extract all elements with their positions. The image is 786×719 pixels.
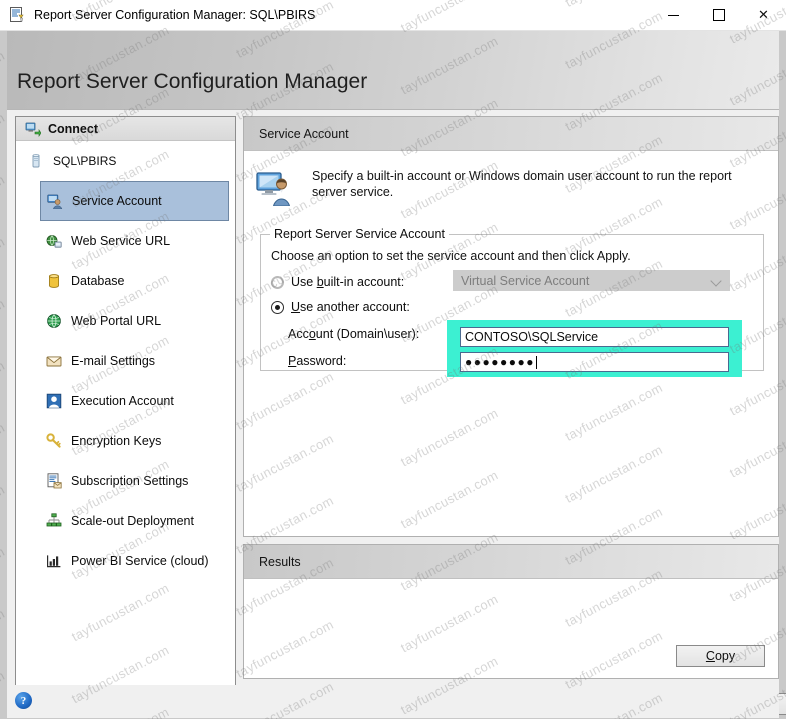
use-another-account-label: Use another account: <box>291 300 410 314</box>
account-input[interactable]: CONTOSO\SQLService <box>460 327 729 347</box>
page-title: Report Server Configuration Manager <box>17 70 368 93</box>
sidebar-server-label: SQL\PBIRS <box>53 154 117 168</box>
panel-intro-text: Specify a built-in account or Windows do… <box>312 169 732 199</box>
sidebar-connect-bar[interactable]: Connect <box>16 117 235 141</box>
maximize-icon <box>712 9 725 21</box>
report-server-icon <box>8 6 26 24</box>
use-builtin-account-label: Use built-in account: <box>291 275 405 289</box>
chevron-down-icon <box>710 275 722 287</box>
status-strip: ? <box>7 685 779 718</box>
sidebar-item-list: Service Account Web Service URL Database… <box>16 181 235 581</box>
use-another-account-radio[interactable] <box>271 300 284 314</box>
sidebar-item-label: Power BI Service (cloud) <box>71 554 209 568</box>
sidebar-item-label: Subscription Settings <box>71 474 189 488</box>
window-title: Report Server Configuration Manager: SQL… <box>34 8 316 22</box>
panel-intro: Specify a built-in account or Windows do… <box>244 151 778 207</box>
sidebar-item-subscription-settings[interactable]: Subscription Settings <box>40 461 229 501</box>
report-server-configuration-manager-window: Report Server Configuration Manager: SQL… <box>0 0 786 719</box>
service-account-panel-header: Service Account <box>244 117 778 151</box>
use-builtin-account-radio[interactable] <box>271 275 284 289</box>
sidebar-item-label: Execution Account <box>71 394 174 408</box>
power-bi-icon <box>46 553 62 569</box>
credentials-highlight-box: CONTOSO\SQLService ●●●●●●●● <box>447 320 742 377</box>
text-caret <box>535 355 537 369</box>
sidebar-item-label: Web Service URL <box>71 234 171 248</box>
copy-button[interactable]: Copy <box>676 645 765 667</box>
subscription-icon <box>46 473 62 489</box>
use-builtin-account-row[interactable]: Use built-in account: <box>271 275 404 289</box>
sidebar-item-email-settings[interactable]: E-mail Settings <box>40 341 229 381</box>
service-account-panel: Service Account Specify a built-in accou… <box>243 116 779 537</box>
globe-icon <box>46 313 62 329</box>
sidebar-item-encryption-keys[interactable]: Encryption Keys <box>40 421 229 461</box>
minimize-button[interactable] <box>651 0 696 31</box>
results-panel-body <box>244 579 778 595</box>
sidebar-item-label: Service Account <box>72 194 162 208</box>
connect-icon <box>25 121 42 137</box>
builtin-account-dropdown-value: Virtual Service Account <box>461 273 590 288</box>
maximize-button[interactable] <box>696 0 741 31</box>
scale-out-icon <box>46 513 62 529</box>
password-input-value: ●●●●●●●● <box>465 355 535 369</box>
results-panel-header: Results <box>244 545 778 579</box>
sidebar-item-database[interactable]: Database <box>40 261 229 301</box>
sidebar-server-node[interactable]: SQL\PBIRS <box>16 141 235 181</box>
close-button[interactable]: ✕ <box>741 0 786 31</box>
minimize-icon <box>668 14 679 16</box>
service-account-panel-title: Service Account <box>259 126 349 141</box>
report-server-service-account-group: Report Server Service Account Choose an … <box>260 227 764 377</box>
account-field-label: Account (Domain\user): <box>288 327 420 341</box>
results-panel: Results Copy <box>243 544 779 679</box>
main-content-column: Service Account Specify a built-in accou… <box>243 116 786 719</box>
results-panel-title: Results <box>259 554 301 569</box>
sidebar-item-scale-out-deployment[interactable]: Scale-out Deployment <box>40 501 229 541</box>
sidebar-item-label: E-mail Settings <box>71 354 156 368</box>
sidebar-item-label: Scale-out Deployment <box>71 514 194 528</box>
help-icon[interactable]: ? <box>15 692 32 709</box>
account-input-value: CONTOSO\SQLService <box>465 330 599 344</box>
sidebar-item-execution-account[interactable]: Execution Account <box>40 381 229 421</box>
title-bar: Report Server Configuration Manager: SQL… <box>0 0 786 31</box>
sidebar: Connect SQL\PBIRS Service Account Web Se… <box>15 116 236 689</box>
sidebar-item-label: Database <box>71 274 125 288</box>
group-legend: Report Server Service Account <box>270 227 449 241</box>
body-area: Connect SQL\PBIRS Service Account Web Se… <box>7 110 786 719</box>
key-icon <box>46 433 62 449</box>
server-icon <box>28 153 44 169</box>
sidebar-item-web-portal-url[interactable]: Web Portal URL <box>40 301 229 341</box>
service-account-icon <box>47 193 63 210</box>
computer-user-icon <box>256 170 294 207</box>
close-icon: ✕ <box>758 7 769 22</box>
password-input[interactable]: ●●●●●●●● <box>460 352 729 372</box>
builtin-account-dropdown[interactable]: Virtual Service Account <box>453 270 730 291</box>
database-icon <box>46 273 62 289</box>
sidebar-item-power-bi-service[interactable]: Power BI Service (cloud) <box>40 541 229 581</box>
group-subtitle: Choose an option to set the service acco… <box>271 249 631 263</box>
window-frame-right <box>779 31 786 719</box>
sidebar-item-label: Web Portal URL <box>71 314 162 328</box>
email-icon <box>46 353 62 369</box>
window-frame-left <box>0 31 7 719</box>
sidebar-item-label: Encryption Keys <box>71 434 162 448</box>
execution-account-icon <box>46 393 62 409</box>
app-header-band: Report Server Configuration Manager <box>7 31 779 110</box>
sidebar-item-web-service-url[interactable]: Web Service URL <box>40 221 229 261</box>
sidebar-connect-label: Connect <box>48 121 98 136</box>
web-service-url-icon <box>46 233 62 249</box>
use-another-account-row[interactable]: Use another account: <box>271 300 410 314</box>
password-field-label: Password: <box>288 354 347 368</box>
sidebar-item-service-account[interactable]: Service Account <box>40 181 229 221</box>
